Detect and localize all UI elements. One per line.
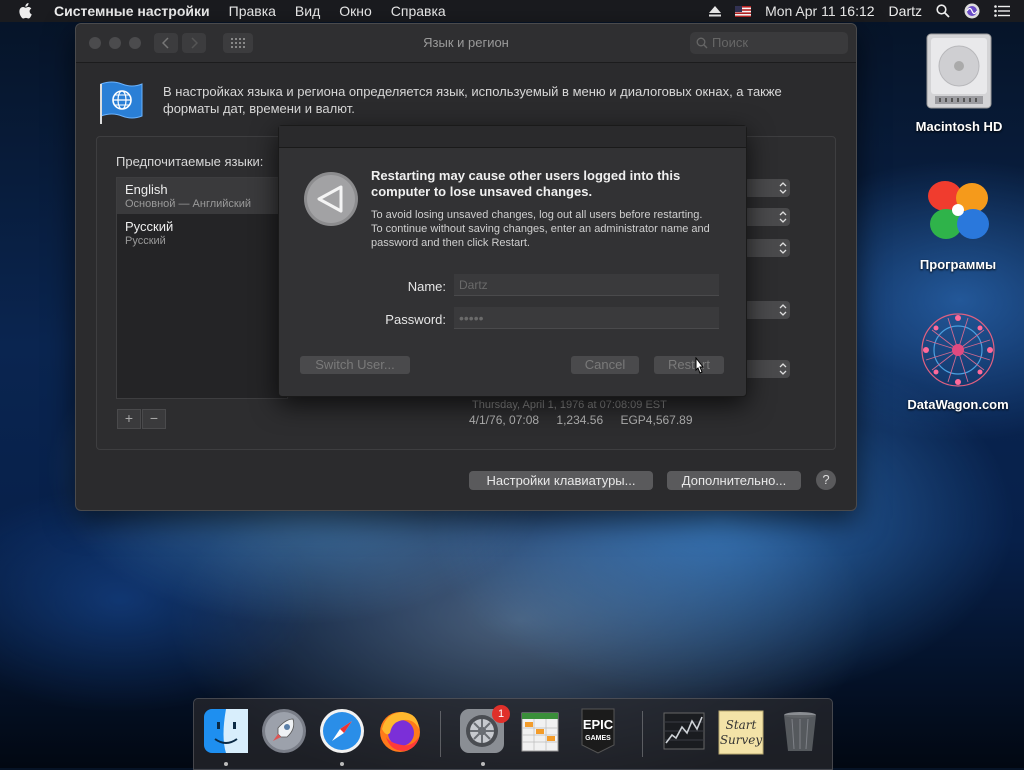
running-indicator: [481, 762, 485, 766]
format-samples: 4/1/76, 07:08 1,234.56 EGP4,567.89: [469, 413, 707, 427]
dock: 1 EPIC GAMES Start Survey: [193, 698, 833, 770]
dock-start-survey-icon[interactable]: Start Survey: [716, 707, 764, 755]
datawagon-globe-icon: [921, 313, 995, 387]
temperature-popup[interactable]: [744, 301, 790, 319]
epic-text: EPIC: [583, 717, 614, 732]
running-indicator: [224, 762, 228, 766]
games-text: GAMES: [585, 735, 611, 742]
desktop-icon-label: Macintosh HD: [915, 119, 1003, 134]
survey-start-text: Start: [726, 718, 757, 732]
language-subtitle: Русский: [125, 235, 166, 247]
mouse-cursor-icon: [693, 356, 707, 382]
menu-help[interactable]: Справка: [391, 3, 446, 19]
remove-language-button[interactable]: −: [142, 409, 166, 429]
notification-center-icon[interactable]: [994, 5, 1010, 17]
first-day-popup[interactable]: [744, 208, 790, 226]
window-titlebar: Язык и регион Поиск: [76, 24, 856, 63]
region-popup[interactable]: [744, 179, 790, 197]
search-placeholder: Поиск: [712, 35, 749, 50]
desktop-icon-programs[interactable]: Программы: [903, 172, 1013, 272]
language-flag-icon: [98, 80, 144, 129]
advanced-button[interactable]: Дополнительно...: [667, 471, 801, 490]
dock-separator: [440, 711, 441, 757]
password-label: Password:: [385, 312, 446, 327]
dock-epic-games-icon[interactable]: EPIC GAMES: [574, 707, 622, 755]
desktop-icon-label: DataWagon.com: [907, 397, 1009, 412]
calendar-popup[interactable]: [744, 239, 790, 257]
language-item-russian[interactable]: Русский Русский: [117, 215, 287, 251]
dialog-top-strip: [279, 126, 746, 148]
menu-app-name[interactable]: Системные настройки: [54, 3, 210, 19]
region-description: В настройках языка и региона определяетс…: [163, 84, 782, 116]
restart-button[interactable]: Restart: [654, 356, 724, 374]
spotlight-search-icon[interactable]: [936, 4, 950, 18]
search-input[interactable]: Поиск: [690, 32, 848, 54]
format-long-date: Thursday, April 1, 1976 at 07:08:09 EST: [472, 399, 667, 411]
dialog-informative-text: To avoid losing unsaved changes, log out…: [371, 209, 710, 249]
name-label: Name:: [407, 279, 446, 294]
dock-separator: [642, 711, 643, 757]
text-sorting-popup[interactable]: [744, 360, 790, 378]
language-name: English: [125, 182, 168, 197]
dock-finder-icon[interactable]: [202, 707, 250, 755]
restart-auth-dialog: Restarting may cause other users logged …: [278, 125, 747, 397]
dock-firefox-icon[interactable]: [376, 707, 424, 755]
cancel-button[interactable]: Cancel: [571, 356, 639, 374]
help-button[interactable]: ?: [816, 470, 836, 490]
password-field[interactable]: •••••: [454, 307, 719, 329]
menu-view[interactable]: Вид: [295, 3, 320, 19]
search-icon: [696, 37, 708, 49]
language-subtitle: Основной — Английский: [125, 198, 252, 210]
dock-numbers-icon[interactable]: [516, 707, 564, 755]
language-name: Русский: [125, 219, 174, 234]
dock-safari-icon[interactable]: [318, 707, 366, 755]
name-field[interactable]: Dartz: [454, 274, 719, 296]
keyboard-settings-button[interactable]: Настройки клавиатуры...: [469, 471, 653, 490]
notification-badge: 1: [492, 705, 510, 723]
format-short-date: 4/1/76, 07:08: [469, 413, 540, 427]
survey-survey-text: Survey: [720, 733, 763, 747]
desktop-icon-macintosh-hd[interactable]: Macintosh HD: [904, 30, 1014, 134]
menu-user[interactable]: Dartz: [889, 3, 922, 19]
menu-clock[interactable]: Mon Apr 11 16:12: [765, 3, 874, 19]
programs-folder-icon: [928, 181, 989, 239]
apple-menu-icon[interactable]: [18, 0, 36, 22]
dock-launchpad-icon[interactable]: [260, 707, 308, 755]
format-number: 1,234.56: [556, 413, 604, 427]
desktop-icon-datawagon[interactable]: DataWagon.com: [903, 310, 1013, 412]
languages-list[interactable]: English Основной — Английский Русский Ру…: [116, 177, 288, 399]
preferred-languages-label: Предпочитаемые языки:: [116, 154, 264, 169]
dialog-heading: Restarting may cause other users logged …: [371, 168, 681, 199]
hard-drive-icon: [926, 33, 992, 109]
menu-bar: Системные настройки Правка Вид Окно Спра…: [0, 0, 1024, 22]
switch-user-button[interactable]: Switch User...: [300, 356, 410, 374]
menu-edit[interactable]: Правка: [229, 3, 276, 19]
dock-trash-icon[interactable]: [776, 707, 824, 755]
dock-stocks-icon[interactable]: [660, 707, 708, 755]
eject-icon[interactable]: [709, 5, 722, 17]
language-item-english[interactable]: English Основной — Английский: [117, 178, 287, 214]
system-preferences-alert-icon: [303, 171, 359, 232]
menu-window[interactable]: Окно: [339, 3, 372, 19]
format-currency: EGP4,567.89: [620, 413, 693, 427]
siri-icon[interactable]: [964, 3, 980, 19]
us-flag-icon[interactable]: [735, 5, 752, 17]
add-language-button[interactable]: +: [117, 409, 141, 429]
running-indicator: [340, 762, 344, 766]
desktop-icon-label: Программы: [919, 257, 997, 272]
